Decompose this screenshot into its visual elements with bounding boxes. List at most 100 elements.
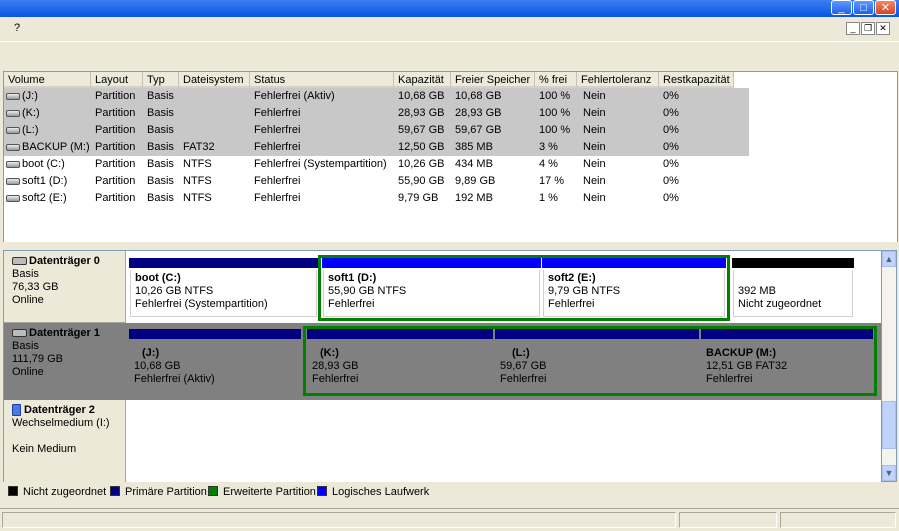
disk-icon (12, 257, 27, 266)
partition-color-bar (732, 258, 854, 268)
table-row[interactable]: BACKUP (M:) Partition Basis FAT32 Fehlerfrei… (4, 139, 749, 156)
partition-name: (L:) (512, 347, 530, 359)
legend-swatch (110, 486, 120, 496)
graph-scrollbar[interactable]: ▲ ▼ (881, 250, 897, 482)
table-row[interactable]: soft2 (E:) Partition Basis NTFS Fehlerfrei 9,… (4, 190, 749, 207)
volume-name: (J:) (22, 90, 38, 102)
table-cell-rest: 0% (663, 90, 679, 102)
column-header-dateisystem[interactable]: Dateisystem (179, 72, 250, 88)
volume-name: soft2 (E:) (22, 192, 67, 204)
legend-item-logical: Logisches Laufwerk (317, 482, 429, 502)
table-row[interactable]: (L:) Partition Basis Fehlerfrei 59,67 GB 59,6… (4, 122, 749, 139)
volume-name: BACKUP (M:) (22, 141, 90, 153)
column-header-freier-speicher[interactable]: Freier Speicher (451, 72, 535, 88)
table-cell-status: Fehlerfrei (254, 124, 301, 136)
column-header-kapazitaet[interactable]: Kapazität (394, 72, 451, 88)
table-cell-layout: Partition (95, 192, 136, 204)
disk-1-type: Basis (12, 340, 39, 352)
table-row[interactable]: boot (C:) Partition Basis NTFS Fehlerfrei (S… (4, 156, 749, 173)
table-cell-rest: 0% (663, 192, 679, 204)
table-row[interactable]: (J:) Partition Basis Fehlerfrei (Aktiv) 10,6… (4, 88, 749, 105)
table-cell-kap: 10,68 GB (398, 90, 445, 102)
table-cell-layout: Partition (95, 158, 136, 170)
scroll-up-button[interactable]: ▲ (882, 251, 896, 267)
disk-0-size: 76,33 GB (12, 281, 59, 293)
table-cell-volume: (K:) (6, 105, 40, 122)
table-cell-typ: Basis (147, 107, 174, 119)
partition-status: Fehlerfrei (312, 373, 359, 385)
partition-l[interactable]: (L:) 59,67 GB Fehlerfrei (495, 329, 699, 393)
partition-soft1-d[interactable]: soft1 (D:) 55,90 GB NTFS Fehlerfrei (322, 258, 541, 318)
partition-name: (J:) (142, 347, 160, 359)
partition-backup-m[interactable]: BACKUP (M:) 12,51 GB FAT32 Fehlerfrei (701, 329, 873, 393)
drive-icon (6, 177, 20, 185)
table-cell-pct: 17 % (539, 175, 565, 187)
disk-1-info[interactable]: Datenträger 1 Basis 111,79 GB Online (4, 323, 126, 400)
table-cell-volume: BACKUP (M:) (6, 139, 90, 156)
partition-boot-c[interactable]: boot (C:) 10,26 GB NTFS Fehlerfrei (Syst… (129, 258, 318, 318)
partition-color-bar (129, 258, 318, 268)
column-header-typ[interactable]: Typ (143, 72, 179, 88)
close-button[interactable]: ✕ (875, 0, 896, 15)
table-cell-rest: 0% (663, 124, 679, 136)
disk-0-row: Datenträger 0 Basis 76,33 GB Online boot… (4, 251, 882, 323)
table-cell-status: Fehlerfrei (254, 175, 301, 187)
partition-name: BACKUP (M:) (706, 347, 777, 359)
scroll-down-button[interactable]: ▼ (882, 465, 896, 481)
table-cell-rest: 0% (663, 158, 679, 170)
drive-icon (6, 109, 20, 117)
status-pane-2 (679, 512, 777, 528)
partition-status: Fehlerfrei (500, 373, 547, 385)
table-cell-ft: Nein (583, 175, 606, 187)
legend-item-primary: Primäre Partition (110, 482, 207, 502)
maximize-button[interactable]: □ (853, 0, 874, 15)
mdi-minimize-button[interactable]: _ (846, 22, 860, 35)
legend-item-extended: Erweiterte Partition (208, 482, 316, 502)
partition-status: Fehlerfrei (548, 298, 595, 310)
column-header-restkapazitaet[interactable]: Restkapazität (659, 72, 734, 88)
volume-name: boot (C:) (22, 158, 65, 170)
partition-unallocated[interactable]: 392 MB Nicht zugeordnet (732, 258, 854, 318)
partition-status: Fehlerfrei (328, 298, 375, 310)
table-cell-layout: Partition (95, 141, 136, 153)
table-cell-frei: 385 MB (455, 141, 493, 153)
partition-name: boot (C:) (135, 272, 181, 284)
minimize-button[interactable]: _ (831, 0, 852, 15)
menu-help[interactable]: ? (10, 22, 24, 34)
mdi-close-button[interactable]: ✕ (876, 22, 890, 35)
table-cell-typ: Basis (147, 90, 174, 102)
table-cell-ft: Nein (583, 124, 606, 136)
table-cell-rest: 0% (663, 175, 679, 187)
table-cell-rest: 0% (663, 141, 679, 153)
table-row[interactable]: soft1 (D:) Partition Basis NTFS Fehlerfrei 55… (4, 173, 749, 190)
column-header-fehlertoleranz[interactable]: Fehlertoleranz (577, 72, 659, 88)
disk-0-info[interactable]: Datenträger 0 Basis 76,33 GB Online (4, 251, 126, 323)
column-header-status[interactable]: Status (250, 72, 394, 88)
volume-list[interactable]: Volume Layout Typ Dateisystem Status Kap… (3, 71, 898, 244)
table-cell-volume: (J:) (6, 88, 38, 105)
partition-soft2-e[interactable]: soft2 (E:) 9,79 GB NTFS Fehlerfrei (542, 258, 726, 318)
partition-color-bar (495, 329, 699, 339)
table-cell-pct: 3 % (539, 141, 558, 153)
scroll-thumb[interactable] (882, 401, 896, 449)
drive-icon (6, 92, 20, 100)
partition-k[interactable]: (K:) 28,93 GB Fehlerfrei (307, 329, 493, 393)
table-cell-kap: 55,90 GB (398, 175, 445, 187)
drive-icon (6, 160, 20, 168)
disk-1-state: Online (12, 366, 44, 378)
partition-details: BACKUP (M:) 12,51 GB FAT32 Fehlerfrei (702, 341, 872, 392)
disk-1-title: Datenträger 1 (12, 327, 125, 340)
partition-size: 392 MB (738, 285, 776, 297)
table-cell-pct: 100 % (539, 90, 571, 102)
column-header-prozent-frei[interactable]: % frei (535, 72, 577, 88)
table-cell-frei: 10,68 GB (455, 90, 502, 102)
pane-splitter[interactable] (0, 242, 899, 250)
column-header-volume[interactable]: Volume (4, 72, 91, 88)
column-header-layout[interactable]: Layout (91, 72, 143, 88)
table-cell-fs: FAT32 (183, 141, 215, 153)
disk-2-type: Wechselmedium (I:) (12, 417, 110, 429)
table-row[interactable]: (K:) Partition Basis Fehlerfrei 28,93 GB 28,9… (4, 105, 749, 122)
disk-2-info[interactable]: Datenträger 2 Wechselmedium (I:) Kein Me… (4, 400, 126, 483)
partition-j[interactable]: (J:) 10,68 GB Fehlerfrei (Aktiv) (129, 329, 301, 395)
mdi-restore-button[interactable]: ❐ (861, 22, 875, 35)
